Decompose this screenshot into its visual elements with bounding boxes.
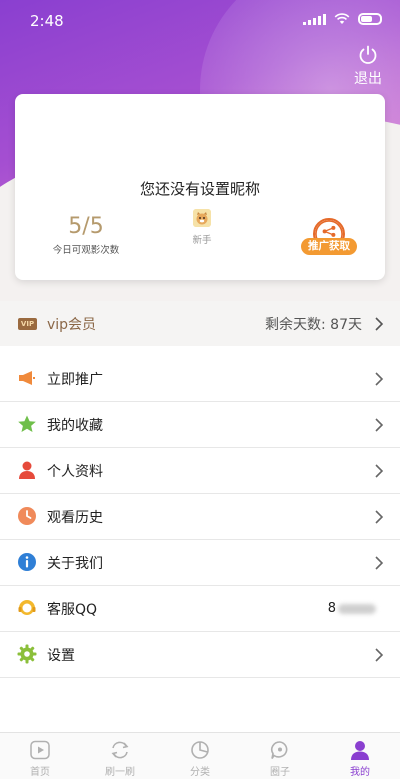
nickname[interactable]: 您还没有设置昵称: [15, 178, 385, 199]
status-bar: 2:48: [0, 0, 400, 44]
chat-icon: [270, 741, 288, 759]
menu-item-history[interactable]: 观看历史: [0, 494, 400, 540]
power-icon: [359, 45, 377, 64]
profile-card: 您还没有设置昵称 5/5 今日可观影次数 新手 推广获取: [15, 94, 385, 280]
chevron-right-icon: [375, 418, 384, 432]
level-label: 新手: [192, 235, 212, 246]
promo-label: 推广获取: [301, 238, 357, 255]
vip-icon: VIP: [18, 318, 37, 330]
menu-label: 个人资料: [47, 464, 103, 480]
gear-icon: [17, 644, 37, 664]
vip-row[interactable]: VIP vip会员 剩余天数: 87天: [0, 301, 400, 346]
chevron-right-icon: [375, 648, 384, 662]
level: 新手: [187, 209, 217, 246]
menu-label: 我的收藏: [47, 418, 103, 434]
person-icon: [19, 461, 35, 479]
menu-item-settings[interactable]: 设置: [0, 632, 400, 678]
info-icon: [18, 553, 36, 571]
clock-icon: [18, 507, 36, 525]
tab-refresh[interactable]: 刷一刷: [80, 733, 160, 779]
menu-item-favorites[interactable]: 我的收藏: [0, 402, 400, 448]
user-icon: [351, 741, 369, 760]
chevron-right-icon: [375, 464, 384, 478]
bottom-tab-bar: 首页 刷一刷 分类 圈子 我的: [0, 732, 400, 779]
refresh-icon: [111, 741, 129, 759]
wifi-icon: [334, 13, 350, 24]
menu-label: 观看历史: [47, 510, 103, 526]
menu-item-about[interactable]: 关于我们: [0, 540, 400, 586]
qq-number: 8: [328, 601, 376, 616]
vip-days: 剩余天数: 87天: [265, 317, 362, 333]
promo-button[interactable]: 推广获取: [301, 218, 357, 255]
menu-label: 立即推广: [47, 372, 103, 388]
quota-value: 5/5: [68, 214, 104, 239]
chevron-right-icon: [375, 556, 384, 570]
pie-icon: [191, 741, 209, 759]
signal-icon: [303, 13, 326, 25]
chevron-right-icon: [375, 510, 384, 524]
status-time: 2:48: [30, 12, 64, 30]
quota: 5/5 今日可观影次数: [45, 214, 127, 256]
tab-label: 首页: [30, 767, 50, 778]
chevron-right-icon: [375, 372, 384, 386]
tab-label: 圈子: [270, 767, 290, 778]
headset-icon: [18, 600, 36, 615]
level-badge-icon: [193, 209, 211, 227]
menu-item-promote[interactable]: 立即推广: [0, 356, 400, 402]
play-icon: [30, 740, 50, 760]
menu-label: 设置: [47, 648, 75, 664]
tab-label: 我的: [350, 767, 370, 778]
megaphone-icon: [19, 371, 35, 385]
menu-list: 立即推广 我的收藏 个人资料 观看历史 关于我们 客服QQ 8 设置: [0, 356, 400, 678]
tab-circle[interactable]: 圈子: [240, 733, 320, 779]
tab-mine[interactable]: 我的: [320, 733, 400, 779]
menu-item-support-qq[interactable]: 客服QQ 8: [0, 586, 400, 632]
menu-label: 客服QQ: [47, 602, 98, 618]
qq-number-redacted: [338, 603, 376, 614]
tab-category[interactable]: 分类: [160, 733, 240, 779]
tab-home[interactable]: 首页: [0, 733, 80, 779]
logout-label: 退出: [354, 71, 382, 87]
menu-item-profile[interactable]: 个人资料: [0, 448, 400, 494]
chevron-right-icon: [375, 317, 384, 331]
star-icon: [18, 415, 36, 432]
tab-label: 分类: [190, 767, 210, 778]
menu-label: 关于我们: [47, 556, 103, 572]
tab-label: 刷一刷: [105, 767, 135, 778]
logout-button[interactable]: 退出: [352, 44, 384, 88]
quota-label: 今日可观影次数: [52, 245, 120, 256]
battery-icon: [358, 13, 382, 25]
vip-label: vip会员: [47, 317, 97, 333]
